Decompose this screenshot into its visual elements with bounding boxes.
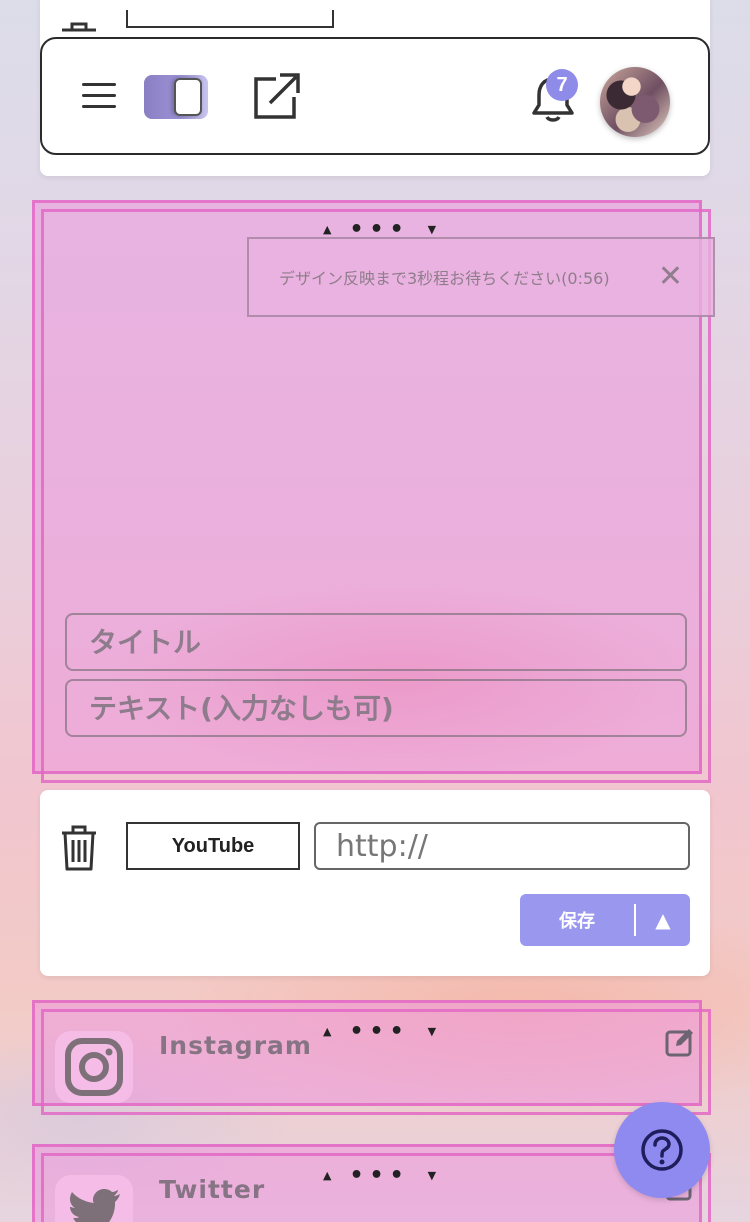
drag-dots-icon[interactable]: ••• [349, 1020, 409, 1042]
save-button-label: 保存 [559, 911, 595, 932]
image-text-block[interactable]: ▲ ••• ▼ デザイン反映まで3秒程お待ちください(0:56) ✕ [32, 200, 715, 783]
link-name: Instagram [159, 1031, 312, 1060]
save-button[interactable]: 保存 ▲ [520, 894, 690, 946]
move-up-icon[interactable]: ▲ [323, 1169, 331, 1182]
external-link-icon[interactable] [250, 69, 302, 121]
link-name: Twitter [159, 1175, 266, 1204]
service-label: YouTube [126, 822, 300, 870]
preview-toggle[interactable] [144, 75, 208, 119]
toggle-knob [174, 78, 202, 116]
drag-handle[interactable]: ▲ ••• ▼ [323, 218, 436, 240]
hamburger-menu-icon[interactable] [82, 81, 116, 111]
trash-icon[interactable] [60, 824, 98, 872]
notification-count-badge: 7 [546, 69, 578, 101]
move-up-icon[interactable]: ▲ [323, 223, 331, 236]
youtube-link-card: YouTube 保存 ▲ [40, 790, 710, 976]
move-down-icon[interactable]: ▼ [428, 1025, 436, 1038]
collapse-caret-icon[interactable]: ▲ [636, 908, 690, 932]
trash-icon[interactable] [60, 14, 98, 34]
move-down-icon[interactable]: ▼ [428, 223, 436, 236]
url-input[interactable] [314, 822, 690, 870]
title-input[interactable] [65, 613, 687, 671]
user-avatar[interactable] [600, 67, 670, 137]
edit-icon[interactable] [665, 1027, 695, 1057]
twitter-link-block[interactable]: ▲ ••• ▼ Twitter [32, 1144, 711, 1222]
drag-handle[interactable]: ▲ ••• ▼ [323, 1164, 436, 1186]
question-icon [641, 1129, 683, 1171]
service-label-box [126, 10, 334, 28]
top-toolbar: 7 [40, 37, 710, 155]
drag-handle[interactable]: ▲ ••• ▼ [323, 1020, 436, 1042]
instagram-link-block[interactable]: ▲ ••• ▼ Instagram [32, 1000, 711, 1115]
drag-dots-icon[interactable]: ••• [349, 218, 409, 240]
design-reflect-toast: デザイン反映まで3秒程お待ちください(0:56) ✕ [247, 237, 715, 317]
toast-message: デザイン反映まで3秒程お待ちください(0:56) [279, 269, 610, 288]
twitter-icon [55, 1175, 133, 1222]
move-up-icon[interactable]: ▲ [323, 1025, 331, 1038]
text-input[interactable] [65, 679, 687, 737]
drag-dots-icon[interactable]: ••• [349, 1164, 409, 1186]
help-button[interactable] [614, 1102, 710, 1198]
close-icon[interactable]: ✕ [658, 261, 683, 293]
move-down-icon[interactable]: ▼ [428, 1169, 436, 1182]
instagram-icon [55, 1031, 133, 1103]
